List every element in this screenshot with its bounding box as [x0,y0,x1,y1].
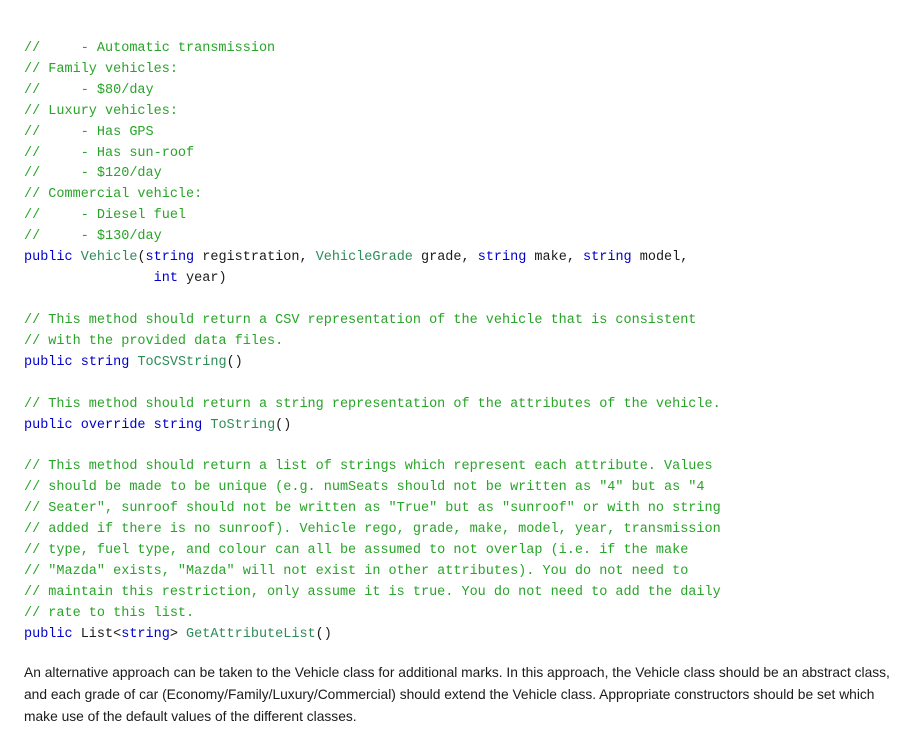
normal-indent [24,271,154,286]
normal-6: model, [632,250,689,265]
prose-text: An alternative approach can be taken to … [24,665,890,724]
method-getattributelist: GetAttributeList [186,627,316,642]
method-tostring: ToString [210,418,275,433]
comment-line-4: // Luxury vehicles: [24,104,178,119]
comment-attr-8: // rate to this list. [24,606,194,621]
normal-5: make, [526,250,583,265]
comment-csv-1: // This method should return a CSV repre… [24,313,696,328]
keyword-string-5: string [154,418,203,433]
comment-csv-2: // with the provided data files. [24,334,283,349]
prose-paragraph: An alternative approach can be taken to … [24,662,894,728]
normal-7: year) [178,271,227,286]
keyword-public-2: public [24,355,73,370]
keyword-override: override [81,418,146,433]
comment-attr-6: // "Mazda" exists, "Mazda" will not exis… [24,564,688,579]
keyword-string-6: string [121,627,170,642]
comment-line-7: // - $120/day [24,166,162,181]
comment-line-5: // - Has GPS [24,125,154,140]
keyword-int: int [154,271,178,286]
type-vehiclegrade: VehicleGrade [316,250,413,265]
normal-10: () [227,355,243,370]
comment-line-9: // - Diesel fuel [24,208,186,223]
comment-line-10: // - $130/day [24,229,162,244]
normal-3: registration, [194,250,316,265]
comment-line-6: // - Has sun-roof [24,146,194,161]
comment-attr-3: // Seater", sunroof should not be writte… [24,501,721,516]
normal-4: grade, [413,250,478,265]
comment-line-2: // Family vehicles: [24,62,178,77]
comment-line-8: // Commercial vehicle: [24,187,202,202]
normal-12 [146,418,154,433]
comment-line-3: // - $80/day [24,83,154,98]
comment-attr-7: // maintain this restriction, only assum… [24,585,721,600]
normal-16: > [170,627,186,642]
comment-attr-1: // This method should return a list of s… [24,459,713,474]
normal-2: ( [137,250,145,265]
comment-tostring-1: // This method should return a string re… [24,397,721,412]
code-container: // - Automatic transmission // Family ve… [24,18,900,646]
comment-line-1: // - Automatic transmission [24,41,275,56]
keyword-public-4: public [24,627,73,642]
normal-15: List< [73,627,122,642]
keyword-string-1: string [146,250,195,265]
comment-attr-5: // type, fuel type, and colour can all b… [24,543,688,558]
method-tocsvstring: ToCSVString [137,355,226,370]
normal-8 [73,355,81,370]
keyword-string-3: string [583,250,632,265]
normal-1 [73,250,81,265]
comment-attr-2: // should be made to be unique (e.g. num… [24,480,705,495]
keyword-public-3: public [24,418,73,433]
keyword-string-2: string [478,250,527,265]
normal-17: () [316,627,332,642]
type-vehicle: Vehicle [81,250,138,265]
normal-11 [73,418,81,433]
comment-attr-4: // added if there is no sunroof). Vehicl… [24,522,721,537]
keyword-public-1: public [24,250,73,265]
normal-14: () [275,418,291,433]
keyword-string-4: string [81,355,130,370]
